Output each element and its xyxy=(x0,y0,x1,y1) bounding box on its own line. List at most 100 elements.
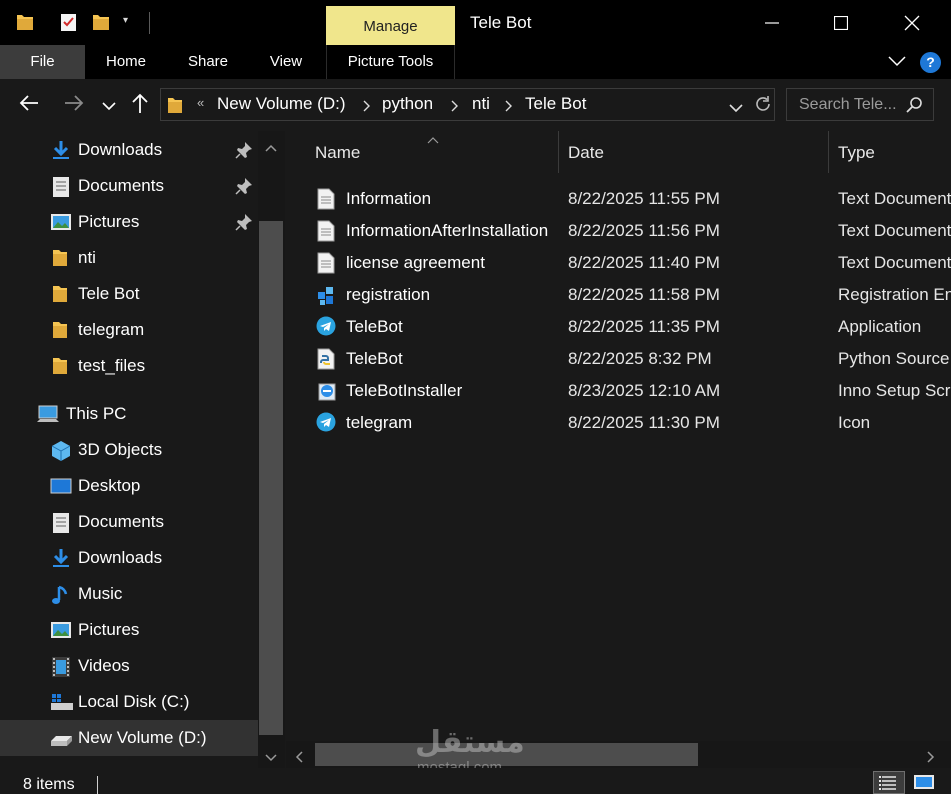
tab-share[interactable]: Share xyxy=(176,45,240,79)
videos-icon xyxy=(50,656,72,677)
new-folder-icon[interactable] xyxy=(92,12,110,37)
chevron-right-icon[interactable] xyxy=(363,99,371,117)
download-arrow-icon xyxy=(50,548,72,568)
forward-arrow-icon[interactable] xyxy=(63,92,85,119)
scrollbar-thumb[interactable] xyxy=(259,221,283,735)
large-icons-view-button[interactable] xyxy=(909,771,941,794)
windows-drive-icon xyxy=(50,692,73,712)
properties-icon[interactable] xyxy=(60,12,78,37)
maximize-button[interactable] xyxy=(818,0,864,45)
scroll-up-icon[interactable] xyxy=(265,139,277,157)
file-type: Registration Entries xyxy=(838,285,951,304)
chevron-right-icon[interactable] xyxy=(505,99,513,117)
up-arrow-icon[interactable] xyxy=(130,92,150,119)
table-row[interactable]: Information 8/22/2025 11:55 PM Text Docu… xyxy=(286,183,951,215)
table-row[interactable]: TeleBot 8/22/2025 11:35 PM Application xyxy=(286,311,951,343)
tab-home[interactable]: Home xyxy=(92,45,160,79)
text-file-icon xyxy=(316,188,336,210)
breadcrumb-nti[interactable]: nti xyxy=(472,94,490,114)
text-file-icon xyxy=(316,252,336,274)
scroll-down-icon[interactable] xyxy=(265,749,277,767)
customize-toolbar-icon[interactable]: ▾ xyxy=(123,15,128,26)
chevron-right-icon[interactable] xyxy=(451,99,459,117)
search-icon[interactable] xyxy=(905,96,923,119)
table-row[interactable]: TeleBotInstaller 8/23/2025 12:10 AM Inno… xyxy=(286,375,951,407)
registry-icon xyxy=(316,284,336,306)
table-row[interactable]: telegram 8/22/2025 11:30 PM Icon xyxy=(286,407,951,439)
address-bar[interactable]: « New Volume (D:) python nti Tele Bot xyxy=(160,88,775,121)
table-row[interactable]: registration 8/22/2025 11:58 PM Registra… xyxy=(286,279,951,311)
close-button[interactable] xyxy=(889,0,935,45)
chevron-down-icon[interactable] xyxy=(729,100,743,118)
tab-picture-tools[interactable]: Picture Tools xyxy=(326,45,455,79)
help-icon[interactable]: ? xyxy=(920,52,941,73)
tab-view[interactable]: View xyxy=(258,45,314,79)
pin-icon[interactable] xyxy=(235,177,253,200)
pin-icon[interactable] xyxy=(235,141,253,164)
nav-item-new-volume-d[interactable]: New Volume (D:) xyxy=(0,720,258,756)
nav-item-label: Videos xyxy=(78,656,130,675)
nav-item-test-files[interactable]: test_files xyxy=(0,348,258,384)
nav-item-pictures[interactable]: Pictures xyxy=(0,204,258,240)
nav-item-label: This PC xyxy=(66,404,127,423)
nav-item-tele-bot[interactable]: Tele Bot xyxy=(0,276,258,312)
recent-locations-icon[interactable] xyxy=(102,98,116,116)
nav-item-desktop[interactable]: Desktop xyxy=(0,468,258,504)
scroll-left-icon[interactable] xyxy=(295,750,303,768)
manage-tab[interactable]: Manage xyxy=(326,6,455,45)
column-divider[interactable] xyxy=(558,131,559,173)
folder-icon xyxy=(50,320,72,340)
column-header-date[interactable]: Date xyxy=(568,141,808,181)
nav-item-label: Pictures xyxy=(78,212,140,231)
tab-file[interactable]: File xyxy=(0,45,85,79)
table-row[interactable]: TeleBot 8/22/2025 8:32 PM Python Source … xyxy=(286,343,951,375)
nav-item-documents[interactable]: Documents xyxy=(0,168,258,204)
file-name: Information xyxy=(346,189,432,208)
nav-item-videos[interactable]: Videos xyxy=(0,648,258,684)
file-list-scrollbar[interactable] xyxy=(286,741,951,768)
python-file-icon xyxy=(316,348,336,370)
scroll-right-icon[interactable] xyxy=(927,750,935,768)
table-row[interactable]: license agreement 8/22/2025 11:40 PM Tex… xyxy=(286,247,951,279)
file-name: license agreement xyxy=(346,253,485,272)
nav-item-pictures-pc[interactable]: Pictures xyxy=(0,612,258,648)
telegram-icon xyxy=(316,412,336,434)
close-icon xyxy=(904,15,920,30)
download-arrow-icon xyxy=(50,140,72,160)
navigation-pane: Downloads Documents Pictures nti Tele Bo… xyxy=(0,131,286,768)
nav-item-downloads[interactable]: Downloads xyxy=(0,132,258,168)
search-box[interactable]: Search Tele... xyxy=(786,88,934,121)
pictures-icon xyxy=(50,212,72,232)
expand-ribbon-icon[interactable] xyxy=(888,54,906,72)
minimize-button[interactable] xyxy=(749,0,795,45)
nav-item-music[interactable]: Music xyxy=(0,576,258,612)
nav-item-this-pc[interactable]: This PC xyxy=(0,396,258,432)
folder-icon xyxy=(167,95,183,120)
nav-item-label: Desktop xyxy=(78,476,141,495)
folder-icon[interactable] xyxy=(16,12,34,37)
nav-item-documents-pc[interactable]: Documents xyxy=(0,504,258,540)
nav-item-3d-objects[interactable]: 3D Objects xyxy=(0,432,258,468)
nav-item-telegram[interactable]: telegram xyxy=(0,312,258,348)
column-header-name[interactable]: Name xyxy=(315,141,555,181)
nav-pane-scrollbar[interactable] xyxy=(258,131,285,768)
refresh-icon[interactable] xyxy=(753,94,773,119)
status-bar: 8 items xyxy=(0,768,951,794)
file-date: 8/22/2025 11:55 PM xyxy=(568,189,720,208)
column-divider[interactable] xyxy=(828,131,829,173)
breadcrumb-tele-bot[interactable]: Tele Bot xyxy=(525,94,586,114)
file-type: Text Document xyxy=(838,189,951,208)
table-row[interactable]: InformationAfterInstallation 8/22/2025 1… xyxy=(286,215,951,247)
details-view-button[interactable] xyxy=(873,771,905,794)
back-arrow-icon[interactable] xyxy=(18,92,40,119)
breadcrumb-overflow[interactable]: « xyxy=(197,95,204,110)
nav-item-downloads-pc[interactable]: Downloads xyxy=(0,540,258,576)
breadcrumb-python[interactable]: python xyxy=(382,94,433,114)
nav-item-local-disk-c[interactable]: Local Disk (C:) xyxy=(0,684,258,720)
nav-item-nti[interactable]: nti xyxy=(0,240,258,276)
documents-icon xyxy=(50,512,72,533)
pin-icon[interactable] xyxy=(235,213,253,236)
breadcrumb-new-volume[interactable]: New Volume (D:) xyxy=(217,94,345,114)
search-input[interactable]: Search Tele... xyxy=(799,96,899,114)
column-header-type[interactable]: Type xyxy=(838,141,948,181)
